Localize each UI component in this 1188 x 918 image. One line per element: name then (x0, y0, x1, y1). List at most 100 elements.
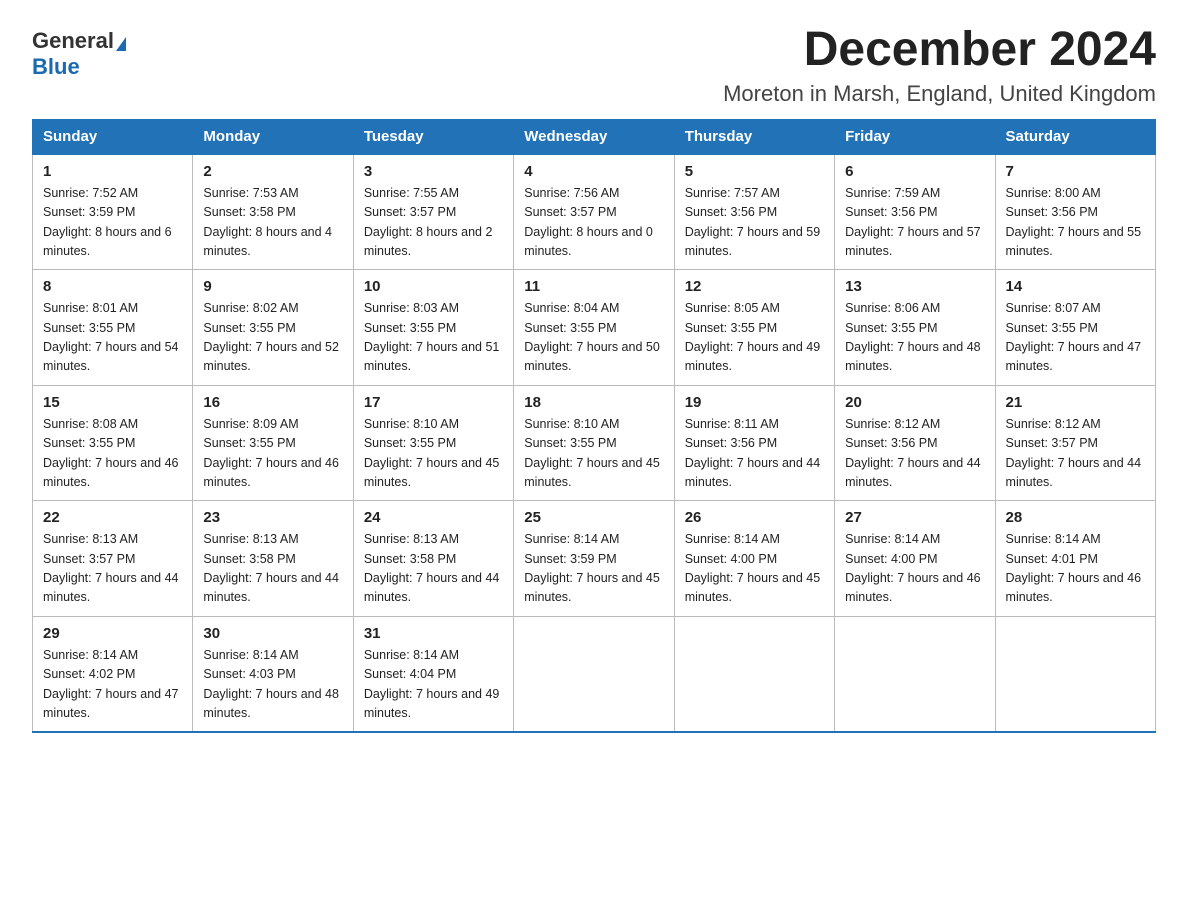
day-info: Sunrise: 8:08 AMSunset: 3:55 PMDaylight:… (43, 415, 182, 493)
day-info: Sunrise: 8:10 AMSunset: 3:55 PMDaylight:… (364, 415, 503, 493)
table-row: 26 Sunrise: 8:14 AMSunset: 4:00 PMDayligh… (674, 501, 834, 617)
day-number: 28 (1006, 509, 1145, 526)
table-row: 31 Sunrise: 8:14 AMSunset: 4:04 PMDayligh… (353, 616, 513, 732)
page-header: General Blue December 2024 Moreton in Ma… (32, 24, 1156, 107)
day-number: 24 (364, 509, 503, 526)
day-info: Sunrise: 7:52 AMSunset: 3:59 PMDaylight:… (43, 184, 182, 262)
day-info: Sunrise: 8:14 AMSunset: 4:04 PMDaylight:… (364, 646, 503, 724)
day-info: Sunrise: 8:10 AMSunset: 3:55 PMDaylight:… (524, 415, 663, 493)
day-number: 18 (524, 394, 663, 411)
header-wednesday: Wednesday (514, 119, 674, 154)
table-row: 18 Sunrise: 8:10 AMSunset: 3:55 PMDayligh… (514, 385, 674, 501)
page-subtitle: Moreton in Marsh, England, United Kingdo… (723, 81, 1156, 107)
table-row: 21Sunrise: 8:12 AMSunset: 3:57 PMDayligh… (995, 385, 1155, 501)
table-row: 5Sunrise: 7:57 AMSunset: 3:56 PMDaylight… (674, 154, 834, 270)
day-number: 22 (43, 509, 182, 526)
day-number: 4 (524, 163, 663, 180)
logo-blue: Blue (32, 54, 80, 80)
header-thursday: Thursday (674, 119, 834, 154)
day-number: 17 (364, 394, 503, 411)
day-info: Sunrise: 7:53 AMSunset: 3:58 PMDaylight:… (203, 184, 342, 262)
day-number: 13 (845, 278, 984, 295)
header-friday: Friday (835, 119, 995, 154)
table-row: 7Sunrise: 8:00 AMSunset: 3:56 PMDaylight… (995, 154, 1155, 270)
day-number: 14 (1006, 278, 1145, 295)
table-row: 15Sunrise: 8:08 AMSunset: 3:55 PMDayligh… (33, 385, 193, 501)
logo-text: General (32, 28, 126, 54)
day-number: 23 (203, 509, 342, 526)
table-row (674, 616, 834, 732)
day-number: 3 (364, 163, 503, 180)
table-row: 11Sunrise: 8:04 AMSunset: 3:55 PMDayligh… (514, 270, 674, 386)
day-number: 9 (203, 278, 342, 295)
table-row: 28 Sunrise: 8:14 AMSunset: 4:01 PMDayligh… (995, 501, 1155, 617)
day-number: 26 (685, 509, 824, 526)
day-number: 30 (203, 625, 342, 642)
day-info: Sunrise: 8:11 AMSunset: 3:56 PMDaylight:… (685, 415, 824, 493)
day-info: Sunrise: 7:56 AMSunset: 3:57 PMDaylight:… (524, 184, 663, 262)
day-number: 5 (685, 163, 824, 180)
calendar-week-2: 8 Sunrise: 8:01 AMSunset: 3:55 PMDaylight… (33, 270, 1156, 386)
calendar-week-1: 1 Sunrise: 7:52 AMSunset: 3:59 PMDaylight… (33, 154, 1156, 270)
table-row: 10Sunrise: 8:03 AMSunset: 3:55 PMDayligh… (353, 270, 513, 386)
calendar-header: Sunday Monday Tuesday Wednesday Thursday… (33, 119, 1156, 154)
day-info: Sunrise: 8:06 AMSunset: 3:55 PMDaylight:… (845, 299, 984, 377)
table-row: 4 Sunrise: 7:56 AMSunset: 3:57 PMDaylight… (514, 154, 674, 270)
day-info: Sunrise: 8:14 AMSunset: 4:00 PMDaylight:… (685, 530, 824, 608)
calendar-week-4: 22 Sunrise: 8:13 AMSunset: 3:57 PMDayligh… (33, 501, 1156, 617)
day-info: Sunrise: 8:00 AMSunset: 3:56 PMDaylight:… (1006, 184, 1145, 262)
day-number: 19 (685, 394, 824, 411)
header-saturday: Saturday (995, 119, 1155, 154)
header-tuesday: Tuesday (353, 119, 513, 154)
table-row (835, 616, 995, 732)
day-number: 31 (364, 625, 503, 642)
calendar-week-5: 29 Sunrise: 8:14 AMSunset: 4:02 PMDayligh… (33, 616, 1156, 732)
day-number: 20 (845, 394, 984, 411)
table-row: 23Sunrise: 8:13 AMSunset: 3:58 PMDayligh… (193, 501, 353, 617)
table-row: 1 Sunrise: 7:52 AMSunset: 3:59 PMDaylight… (33, 154, 193, 270)
table-row: 17 Sunrise: 8:10 AMSunset: 3:55 PMDayligh… (353, 385, 513, 501)
title-block: December 2024 Moreton in Marsh, England,… (723, 24, 1156, 107)
day-number: 8 (43, 278, 182, 295)
table-row: 16Sunrise: 8:09 AMSunset: 3:55 PMDayligh… (193, 385, 353, 501)
page-title: December 2024 (723, 24, 1156, 77)
calendar-header-row: Sunday Monday Tuesday Wednesday Thursday… (33, 119, 1156, 154)
day-number: 29 (43, 625, 182, 642)
table-row (514, 616, 674, 732)
table-row: 22 Sunrise: 8:13 AMSunset: 3:57 PMDayligh… (33, 501, 193, 617)
logo-triangle-icon (116, 37, 126, 51)
day-info: Sunrise: 8:02 AMSunset: 3:55 PMDaylight:… (203, 299, 342, 377)
day-info: Sunrise: 8:05 AMSunset: 3:55 PMDaylight:… (685, 299, 824, 377)
day-info: Sunrise: 8:14 AMSunset: 4:01 PMDaylight:… (1006, 530, 1145, 608)
logo-general: General (32, 28, 114, 53)
day-info: Sunrise: 8:09 AMSunset: 3:55 PMDaylight:… (203, 415, 342, 493)
day-number: 10 (364, 278, 503, 295)
table-row: 27 Sunrise: 8:14 AMSunset: 4:00 PMDayligh… (835, 501, 995, 617)
table-row: 2 Sunrise: 7:53 AMSunset: 3:58 PMDaylight… (193, 154, 353, 270)
table-row: 24 Sunrise: 8:13 AMSunset: 3:58 PMDayligh… (353, 501, 513, 617)
day-number: 25 (524, 509, 663, 526)
day-info: Sunrise: 8:12 AMSunset: 3:57 PMDaylight:… (1006, 415, 1145, 493)
logo: General Blue (32, 24, 126, 80)
day-number: 27 (845, 509, 984, 526)
table-row (995, 616, 1155, 732)
table-row: 19 Sunrise: 8:11 AMSunset: 3:56 PMDayligh… (674, 385, 834, 501)
day-info: Sunrise: 8:14 AMSunset: 4:02 PMDaylight:… (43, 646, 182, 724)
day-info: Sunrise: 8:12 AMSunset: 3:56 PMDaylight:… (845, 415, 984, 493)
table-row: 9 Sunrise: 8:02 AMSunset: 3:55 PMDaylight… (193, 270, 353, 386)
calendar-table: Sunday Monday Tuesday Wednesday Thursday… (32, 119, 1156, 734)
table-row: 29 Sunrise: 8:14 AMSunset: 4:02 PMDayligh… (33, 616, 193, 732)
header-monday: Monday (193, 119, 353, 154)
day-number: 2 (203, 163, 342, 180)
day-info: Sunrise: 8:01 AMSunset: 3:55 PMDaylight:… (43, 299, 182, 377)
day-info: Sunrise: 8:13 AMSunset: 3:57 PMDaylight:… (43, 530, 182, 608)
day-number: 1 (43, 163, 182, 180)
day-info: Sunrise: 8:14 AMSunset: 4:00 PMDaylight:… (845, 530, 984, 608)
day-number: 6 (845, 163, 984, 180)
day-info: Sunrise: 8:14 AMSunset: 3:59 PMDaylight:… (524, 530, 663, 608)
table-row: 25 Sunrise: 8:14 AMSunset: 3:59 PMDayligh… (514, 501, 674, 617)
table-row: 13 Sunrise: 8:06 AMSunset: 3:55 PMDayligh… (835, 270, 995, 386)
table-row: 12Sunrise: 8:05 AMSunset: 3:55 PMDayligh… (674, 270, 834, 386)
calendar-body: 1 Sunrise: 7:52 AMSunset: 3:59 PMDaylight… (33, 154, 1156, 733)
day-info: Sunrise: 8:13 AMSunset: 3:58 PMDaylight:… (364, 530, 503, 608)
